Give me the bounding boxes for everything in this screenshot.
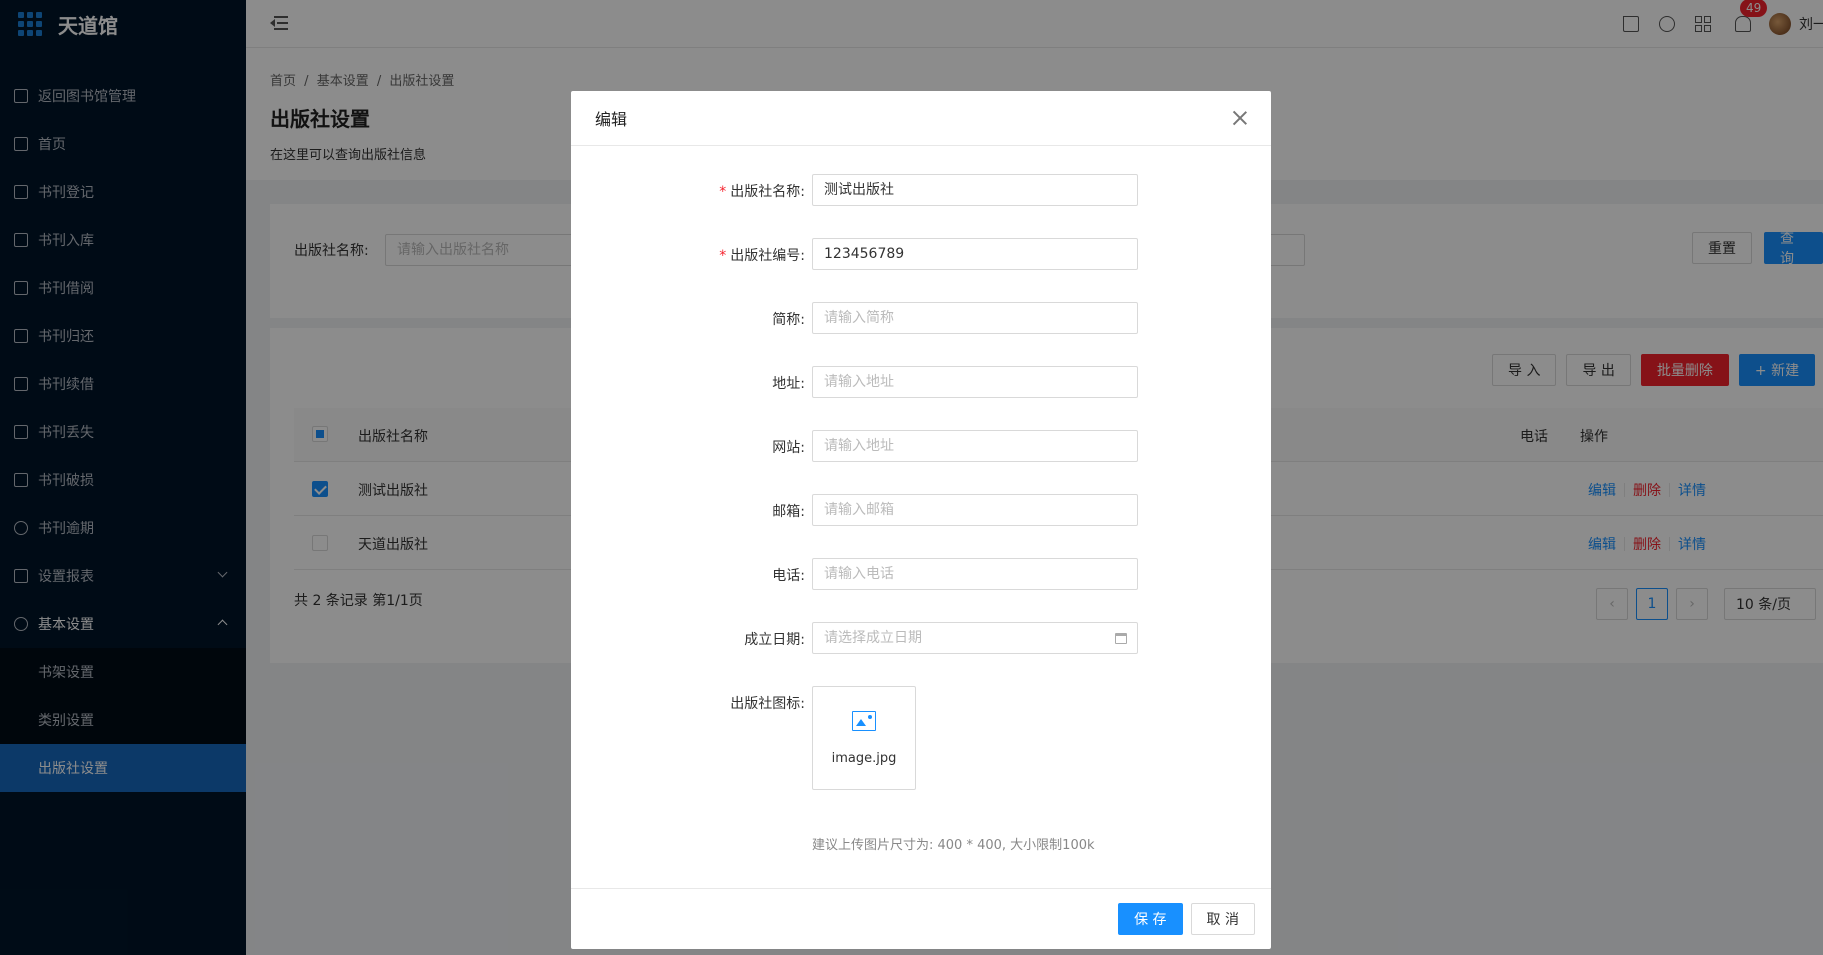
calendar-icon [1115, 633, 1127, 644]
form-label: 成立日期: [744, 632, 805, 648]
form-row-address: 地址: 请输入地址 [571, 366, 1271, 398]
picture-icon [852, 710, 876, 731]
required-mark: * [719, 248, 727, 264]
upload-hint: 建议上传图片尺寸为: 400 * 400, 大小限制100k [812, 838, 1095, 853]
edit-form: * 出版社名称: 测试出版社 * 出版社编号: 123456789 简称: 请输入简… [571, 146, 1271, 888]
close-icon[interactable] [1233, 111, 1247, 125]
form-label: 地址: [772, 376, 805, 392]
publisher-name-input[interactable]: 测试出版社 [812, 174, 1138, 206]
form-label: 电话: [772, 568, 805, 584]
required-mark: * [719, 184, 727, 200]
cancel-button[interactable]: 取 消 [1190, 903, 1255, 935]
modal-title: 编辑 [595, 110, 628, 129]
form-label: 出版社图标: [730, 696, 805, 712]
edit-modal: 编辑 * 出版社名称: 测试出版社 * 出版社编号: 123456789 简称: 请… [571, 91, 1271, 949]
form-row-website: 网站: 请输入地址 [571, 430, 1271, 462]
website-input[interactable]: 请输入地址 [812, 430, 1138, 462]
form-label: 网站: [772, 440, 805, 456]
modal-footer: 保 存 取 消 [571, 888, 1271, 949]
address-input[interactable]: 请输入地址 [812, 366, 1138, 398]
form-row-founded: 成立日期: 请选择成立日期 [571, 622, 1271, 654]
save-button[interactable]: 保 存 [1118, 903, 1183, 935]
form-row-short: 简称: 请输入简称 [571, 302, 1271, 334]
form-row-name: * 出版社名称: 测试出版社 [571, 174, 1271, 206]
date-placeholder: 请选择成立日期 [824, 630, 922, 646]
phone-input[interactable]: 请输入电话 [812, 558, 1138, 590]
email-input[interactable]: 请输入邮箱 [812, 494, 1138, 526]
modal-header: 编辑 [571, 91, 1271, 146]
form-row-logo: 出版社图标: image.jpg [571, 686, 1271, 790]
form-label: * 出版社编号: [719, 248, 805, 264]
form-label: 简称: [772, 312, 805, 328]
form-row-phone: 电话: 请输入电话 [571, 558, 1271, 590]
form-label: * 出版社名称: [719, 184, 805, 200]
upload-file-name: image.jpg [831, 750, 897, 766]
form-row-code: * 出版社编号: 123456789 [571, 238, 1271, 270]
founded-date-picker[interactable]: 请选择成立日期 [812, 622, 1138, 654]
logo-upload[interactable]: image.jpg [812, 686, 916, 790]
form-label: 邮箱: [772, 504, 805, 520]
short-name-input[interactable]: 请输入简称 [812, 302, 1138, 334]
publisher-code-input[interactable]: 123456789 [812, 238, 1138, 270]
form-row-email: 邮箱: 请输入邮箱 [571, 494, 1271, 526]
